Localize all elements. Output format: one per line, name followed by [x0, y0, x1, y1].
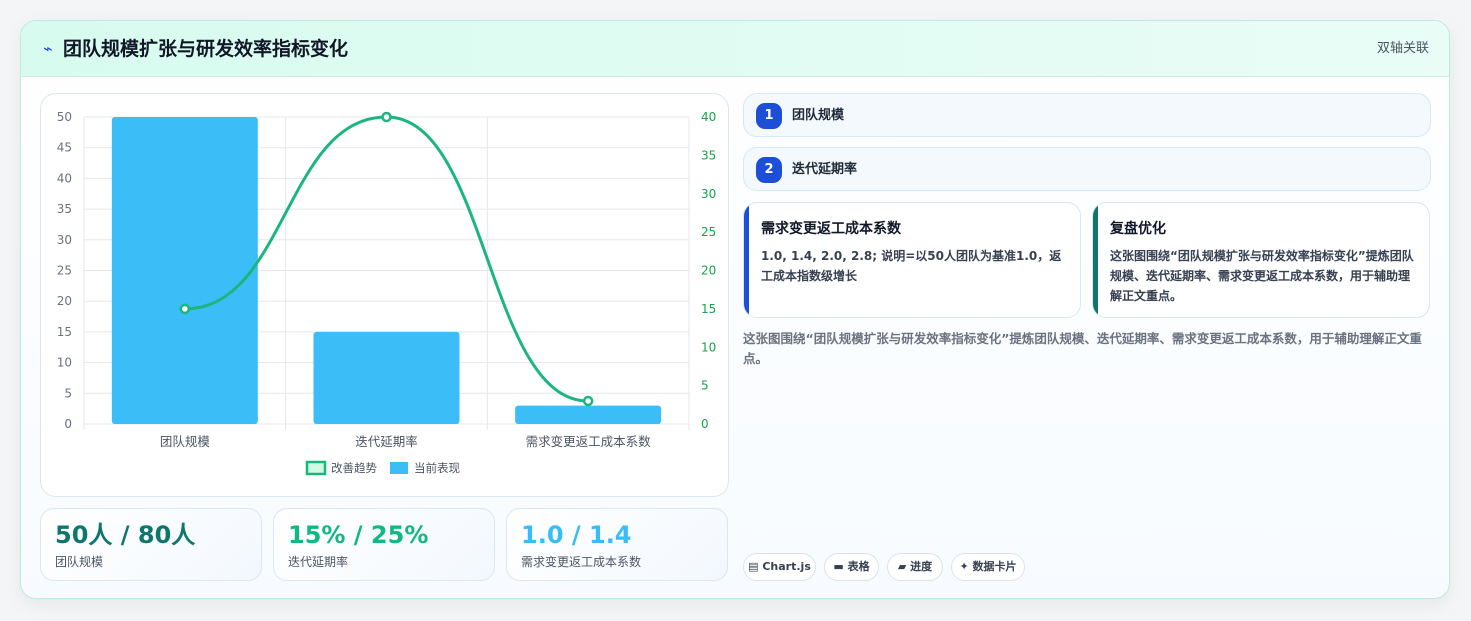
step-number-badge: 1 — [756, 103, 782, 129]
main-card: ⌁ 团队规模扩张与研发效率指标变化 双轴关联 0 5 10 15 20 25 30 35 40 4… — [20, 20, 1450, 599]
chip-data-card[interactable]: ✦ 数据卡片 — [951, 553, 1025, 581]
info-card-text: 这张图围绕“团队规模扩张与研发效率指标变化”提炼团队规模、迭代延期率、需求变更返… — [1110, 249, 1414, 303]
y-left-tick-label: 25 — [57, 264, 72, 278]
y-left-tick-label: 30 — [57, 233, 72, 247]
chip-progress[interactable]: ▰ 进度 — [887, 553, 943, 581]
trend-point-2 — [381, 111, 392, 123]
y-left-tick-label: 35 — [57, 202, 72, 216]
x-tick-label: 团队规模 — [160, 434, 211, 449]
page-title: 团队规模扩张与研发效率指标变化 — [63, 38, 349, 60]
y-right-tick-label: 35 — [701, 148, 716, 162]
stat-label: 迭代延期率 — [288, 555, 349, 569]
combo-chart: 0 5 10 15 20 25 30 35 40 45 50 0 5 10 15 20 25 30 35 40 团队规模… — [57, 110, 716, 476]
stat-label: 需求变更返工成本系数 — [521, 555, 642, 569]
chip-table[interactable]: ▬ 表格 — [824, 553, 879, 581]
y-left-tick-label: 20 — [57, 294, 72, 308]
y-left-tick-label: 45 — [57, 141, 72, 155]
stat-value: 15% / 25% — [288, 521, 429, 549]
step-label: 团队规模 — [792, 108, 845, 123]
stat-card-delay-rate: 15% / 25% 迭代延期率 — [273, 508, 495, 581]
y-left-tick-label: 10 — [57, 356, 72, 370]
legend-swatch-trend — [305, 460, 327, 476]
trend-point-1 — [179, 303, 191, 315]
stat-card-rework-cost: 1.0 / 1.4 需求变更返工成本系数 — [506, 508, 728, 581]
bolt-icon: ⌁ — [43, 39, 53, 58]
progress-icon: ▰ — [897, 560, 907, 573]
y-right-tick-label: 10 — [701, 340, 716, 354]
chart-description: 这张图围绕“团队规模扩张与研发效率指标变化”提炼团队规模、迭代延期率、需求变更返… — [743, 331, 1422, 366]
bar-2 — [313, 331, 460, 424]
step-item-team-size[interactable]: 1 团队规模 — [743, 93, 1431, 137]
legend-label-current: 当前表现 — [414, 461, 460, 475]
chip-label: 数据卡片 — [972, 560, 1017, 573]
card-header: ⌁ 团队规模扩张与研发效率指标变化 双轴关联 — [21, 21, 1449, 77]
y-right-tick-label: 25 — [701, 225, 716, 239]
y-right-tick-label: 0 — [701, 417, 709, 431]
info-card-rework-cost: 需求变更返工成本系数 1.0, 1.4, 2.0, 2.8; 说明=以50人团队… — [743, 202, 1081, 318]
bar-1 — [111, 117, 258, 424]
accent-bar — [1093, 203, 1098, 317]
info-card-title: 复盘优化 — [1110, 221, 1166, 237]
step-label: 迭代延期率 — [792, 162, 858, 177]
stat-value: 50人 / 80人 — [55, 521, 196, 549]
trend-point-3 — [582, 395, 594, 407]
sparkle-icon: ✦ — [959, 560, 969, 573]
y-right-tick-label: 40 — [701, 110, 716, 124]
step-item-delay-rate[interactable]: 2 迭代延期率 — [743, 147, 1431, 191]
chart-icon: ▤ — [748, 560, 759, 573]
legend-swatch-current — [390, 462, 408, 474]
y-right-tick-label: 20 — [701, 264, 716, 278]
x-tick-label: 迭代延期率 — [355, 434, 418, 449]
stat-value: 1.0 / 1.4 — [521, 521, 632, 549]
y-right-tick-label: 5 — [701, 379, 709, 393]
y-left-tick-label: 5 — [64, 386, 72, 400]
y-right-tick-label: 30 — [701, 187, 716, 201]
step-number-badge: 2 — [756, 157, 782, 183]
y-left-tick-label: 50 — [57, 110, 72, 124]
bar-3 — [515, 405, 662, 424]
y-left-tick-label: 15 — [57, 325, 72, 339]
chip-label: Chart.js — [762, 560, 811, 573]
chart-panel: 0 5 10 15 20 25 30 35 40 45 50 0 5 10 15 20 25 30 35 40 团队规模… — [40, 93, 729, 497]
chip-label: 表格 — [847, 560, 870, 573]
y-left-tick-label: 0 — [64, 417, 72, 431]
chip-label: 进度 — [910, 560, 933, 573]
info-card-text: 1.0, 1.4, 2.0, 2.8; 说明=以50人团队为基准1.0，返工成本… — [761, 249, 1062, 283]
info-card-review: 复盘优化 这张图围绕“团队规模扩张与研发效率指标变化”提炼团队规模、迭代延期率、… — [1092, 202, 1430, 318]
info-card-title: 需求变更返工成本系数 — [761, 221, 901, 237]
stat-card-team-size: 50人 / 80人 团队规模 — [40, 508, 262, 581]
table-icon: ▬ — [833, 560, 844, 573]
dual-axis-tag: 双轴关联 — [1376, 41, 1429, 56]
y-right-tick-label: 15 — [701, 302, 716, 316]
stat-label: 团队规模 — [55, 555, 104, 569]
accent-bar — [744, 203, 749, 317]
y-left-tick-label: 40 — [57, 171, 72, 185]
legend-label-trend: 改善趋势 — [331, 461, 377, 475]
chip-chartjs[interactable]: ▤ Chart.js — [743, 553, 816, 581]
x-tick-label: 需求变更返工成本系数 — [526, 434, 652, 449]
